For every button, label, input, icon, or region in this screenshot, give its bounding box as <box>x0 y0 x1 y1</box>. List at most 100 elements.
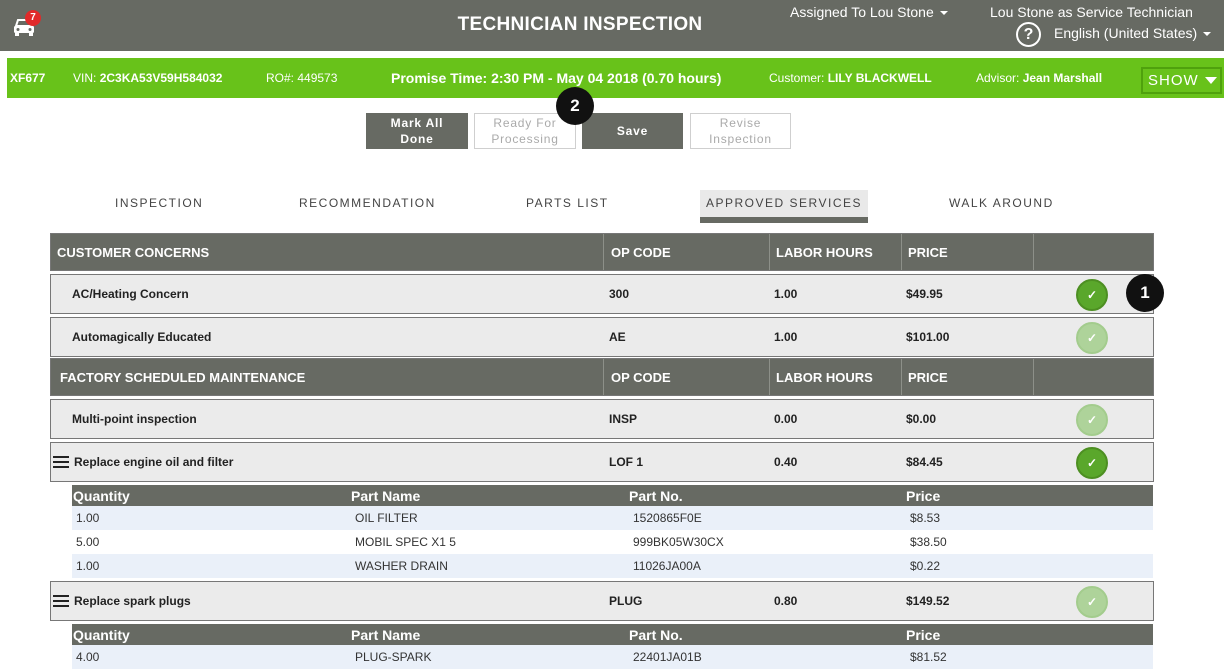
part-quantity: 1.00 <box>76 559 100 573</box>
part-name: OIL FILTER <box>355 511 418 525</box>
labor-hours: 0.40 <box>774 455 798 469</box>
customer-info: Customer: LILY BLACKWELL <box>769 71 932 85</box>
price: $49.95 <box>906 287 943 301</box>
assigned-to-label: Assigned To Lou Stone <box>790 4 934 20</box>
promise-time: Promise Time: 2:30 PM - May 04 2018 (0.7… <box>391 70 722 86</box>
part-price: $0.22 <box>910 559 941 573</box>
quantity-header: Quantity <box>73 487 130 504</box>
part-number: 22401JA01B <box>633 650 702 664</box>
tab-parts-list[interactable]: PARTS LIST <box>526 196 609 210</box>
op-code: AE <box>609 330 626 344</box>
part-quantity: 4.00 <box>76 650 100 664</box>
labor-hours: 1.00 <box>774 330 798 344</box>
parts-table-header: Quantity Part Name Part No. Price <box>72 624 1153 645</box>
menu-icon[interactable] <box>53 456 69 469</box>
op-code: 300 <box>609 287 630 301</box>
op-code: INSP <box>609 412 638 426</box>
check-icon[interactable]: ✓ <box>1076 404 1108 436</box>
part-name-header: Part Name <box>351 626 421 643</box>
part-name: WASHER DRAIN <box>355 559 448 573</box>
language-dropdown[interactable]: English (United States) <box>1054 25 1212 41</box>
parts-table-header: Quantity Part Name Part No. Price <box>72 485 1153 506</box>
part-price: $81.52 <box>910 650 947 664</box>
part-price-header: Price <box>906 487 941 504</box>
part-number: 1520865F0E <box>633 511 702 525</box>
service-row: Multi-point inspection INSP 0.00 $0.00 ✓ <box>50 399 1154 439</box>
check-icon[interactable]: ✓ <box>1076 322 1108 354</box>
price: $101.00 <box>906 330 950 344</box>
caret-down-icon <box>1203 32 1212 37</box>
op-code: PLUG <box>609 594 643 608</box>
tab-walk-around[interactable]: WALK AROUND <box>949 196 1054 210</box>
service-name: Replace engine oil and filter <box>74 455 234 469</box>
advisor-info: Advisor: Jean Marshall <box>976 71 1103 85</box>
section-title: CUSTOMER CONCERNS <box>57 244 210 260</box>
labor-hours: 0.80 <box>774 594 798 608</box>
service-row: Replace spark plugs PLUG 0.80 $149.52 ✓ <box>50 581 1154 621</box>
section-header-factory-maintenance: FACTORY SCHEDULED MAINTENANCE OP CODE LA… <box>50 358 1154 396</box>
part-row: 1.00 WASHER DRAIN 11026JA00A $0.22 <box>72 554 1153 578</box>
caret-down-icon <box>939 11 948 16</box>
page-title: TECHNICIAN INSPECTION <box>457 14 703 35</box>
caret-down-icon <box>1205 77 1217 84</box>
part-name: PLUG-SPARK <box>355 650 432 664</box>
price: $149.52 <box>906 594 950 608</box>
quantity-header: Quantity <box>73 626 130 643</box>
part-number: 999BK05W30CX <box>633 535 724 549</box>
price: $0.00 <box>906 412 937 426</box>
tab-recommendation[interactable]: RECOMMENDATION <box>299 196 436 210</box>
service-row: Replace engine oil and filter LOF 1 0.40… <box>50 442 1154 482</box>
callout-marker-2: 2 <box>556 87 594 125</box>
tab-inspection[interactable]: INSPECTION <box>115 196 203 210</box>
part-price: $38.50 <box>910 535 947 549</box>
top-header: 7 TECHNICIAN INSPECTION Assigned To Lou … <box>0 0 1224 51</box>
part-number: 11026JA00A <box>633 559 701 573</box>
price: $84.45 <box>906 455 943 469</box>
part-row: 1.00 OIL FILTER 1520865F0E $8.53 <box>72 506 1153 530</box>
part-no-header: Part No. <box>629 487 683 504</box>
part-price-header: Price <box>906 626 941 643</box>
part-no-header: Part No. <box>629 626 683 643</box>
language-label: English (United States) <box>1054 25 1198 41</box>
part-name-header: Part Name <box>351 487 421 504</box>
menu-icon[interactable] <box>53 595 69 608</box>
section-title: FACTORY SCHEDULED MAINTENANCE <box>60 369 306 385</box>
price-header: PRICE <box>908 244 948 260</box>
help-icon[interactable]: ? <box>1016 22 1041 47</box>
part-price: $8.53 <box>910 511 941 525</box>
vin-info: VIN: 2C3KA53V59H584032 <box>73 71 223 85</box>
revise-inspection-button[interactable]: Revise Inspection <box>690 113 791 149</box>
part-quantity: 1.00 <box>76 511 100 525</box>
service-row: AC/Heating Concern 300 1.00 $49.95 ✓ <box>50 274 1154 314</box>
op-code-header: OP CODE <box>611 369 671 385</box>
part-quantity: 5.00 <box>76 535 100 549</box>
section-header-customer-concerns: CUSTOMER CONCERNS OP CODE LABOR HOURS PR… <box>50 233 1154 271</box>
mark-all-done-button[interactable]: Mark All Done <box>366 113 468 149</box>
assigned-to-dropdown[interactable]: Assigned To Lou Stone <box>790 4 948 20</box>
service-row: Automagically Educated AE 1.00 $101.00 ✓ <box>50 317 1154 357</box>
part-name: MOBIL SPEC X1 5 <box>355 535 456 549</box>
save-button[interactable]: Save <box>582 113 683 149</box>
price-header: PRICE <box>908 369 948 385</box>
technician-role: Lou Stone as Service Technician <box>990 4 1193 20</box>
check-icon[interactable]: ✓ <box>1076 447 1108 479</box>
labor-hours-header: LABOR HOURS <box>776 369 873 385</box>
check-icon[interactable]: ✓ <box>1076 279 1108 311</box>
service-name: Multi-point inspection <box>72 412 197 426</box>
op-code: LOF 1 <box>609 455 644 469</box>
labor-hours: 0.00 <box>774 412 798 426</box>
labor-hours: 1.00 <box>774 287 798 301</box>
service-name: Automagically Educated <box>72 330 212 344</box>
show-dropdown-button[interactable]: SHOW <box>1141 67 1222 94</box>
tab-approved-services[interactable]: APPROVED SERVICES <box>700 190 868 223</box>
callout-marker-1: 1 <box>1126 274 1164 312</box>
check-icon[interactable]: ✓ <box>1076 586 1108 618</box>
service-name: Replace spark plugs <box>74 594 191 608</box>
part-row: 5.00 MOBIL SPEC X1 5 999BK05W30CX $38.50 <box>72 530 1153 554</box>
labor-hours-header: LABOR HOURS <box>776 244 873 260</box>
op-code-header: OP CODE <box>611 244 671 260</box>
part-row: 4.00 PLUG-SPARK 22401JA01B $81.52 <box>72 645 1153 669</box>
service-name: AC/Heating Concern <box>72 287 189 301</box>
repair-order-bar: XF677 VIN: 2C3KA53V59H584032 RO#: 449573… <box>7 58 1224 98</box>
ro-number: RO#: 449573 <box>266 71 338 85</box>
